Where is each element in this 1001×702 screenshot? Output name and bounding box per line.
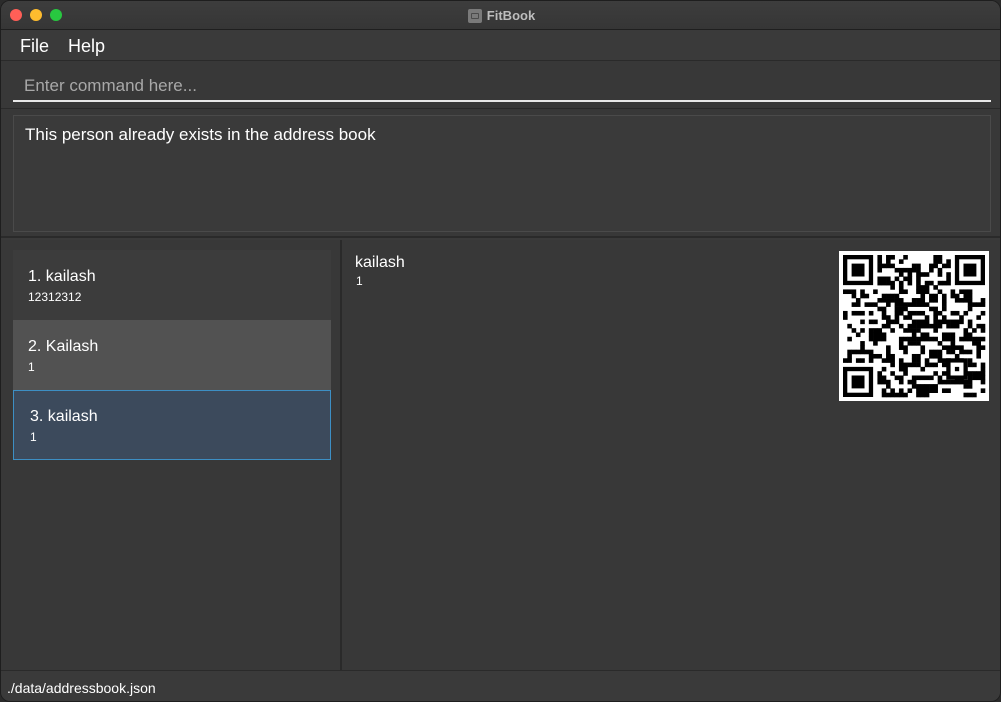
menu-file[interactable]: File: [20, 36, 49, 57]
title-bar: FitBook: [1, 1, 1000, 30]
menu-help[interactable]: Help: [68, 36, 105, 57]
command-box: [1, 61, 1000, 109]
result-display[interactable]: This person already exists in the addres…: [13, 115, 991, 232]
person-phone: 1: [28, 360, 35, 374]
menu-bar: File Help: [1, 30, 1000, 61]
window-title-group: FitBook: [1, 1, 1000, 30]
status-bar: ./data/addressbook.json: [1, 670, 1000, 701]
person-card[interactable]: 2. Kailash 1: [13, 320, 331, 390]
result-display-area: This person already exists in the addres…: [1, 109, 1000, 238]
app-icon: [467, 8, 482, 23]
command-input[interactable]: [13, 71, 991, 102]
person-name: 1. kailash: [28, 268, 96, 285]
result-message: This person already exists in the addres…: [25, 125, 376, 144]
person-detail-panel: kailash 1: [342, 240, 1000, 670]
person-phone: 12312312: [28, 290, 82, 304]
detail-phone: 1: [356, 274, 363, 288]
person-card[interactable]: 1. kailash 12312312: [13, 250, 331, 320]
detail-name: kailash: [355, 254, 405, 271]
app-window: FitBook File Help This person already ex…: [0, 0, 1001, 702]
qr-code-icon: [839, 251, 989, 401]
person-name: 3. kailash: [30, 408, 98, 425]
person-card-selected[interactable]: 3. kailash 1: [13, 390, 331, 460]
person-name: 2. Kailash: [28, 338, 99, 355]
status-file-path: ./data/addressbook.json: [7, 680, 156, 696]
person-list-panel: 1. kailash 12312312 2. Kailash 1 3. kail…: [1, 240, 342, 670]
qr-code-graphic: [843, 255, 986, 398]
person-phone: 1: [30, 430, 37, 444]
window-title: FitBook: [486, 8, 536, 23]
